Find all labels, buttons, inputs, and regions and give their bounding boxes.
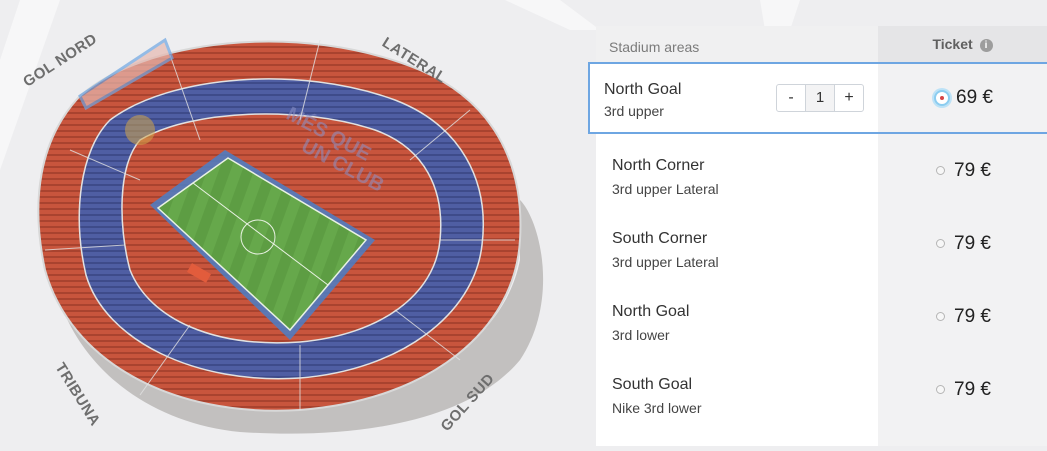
header-ticket-label: Ticket	[932, 36, 973, 52]
decrement-button[interactable]: -	[777, 85, 806, 111]
area-subtitle: 3rd upper Lateral	[612, 181, 719, 197]
area-name: South Goal	[612, 376, 693, 393]
price: 69 €	[956, 87, 993, 108]
header-ticket: Ticket i	[878, 26, 1047, 62]
increment-button[interactable]: +	[834, 85, 863, 111]
price-radio-selected[interactable]	[934, 90, 950, 106]
price: 79 €	[954, 379, 991, 400]
price-radio[interactable]	[936, 166, 945, 175]
selected-price-cell: 69 €	[878, 64, 1047, 132]
area-row-north-goal-3rd-lower[interactable]: North Goal 3rd lower 79 €	[596, 280, 1047, 353]
area-row-north-goal-3rd-upper[interactable]: North Goal 3rd upper - 1 + 69 €	[588, 62, 1047, 134]
header-stadium-areas: Stadium areas	[596, 26, 878, 62]
area-subtitle: 3rd upper	[604, 103, 664, 119]
price-cell: 79 €	[878, 207, 1047, 280]
area-subtitle: 3rd upper Lateral	[612, 254, 719, 270]
price-radio[interactable]	[936, 312, 945, 321]
area-row-south-corner[interactable]: South Corner 3rd upper Lateral 79 €	[596, 207, 1047, 280]
price: 79 €	[954, 233, 991, 254]
quantity-stepper[interactable]: - 1 +	[776, 84, 864, 112]
area-name: North Goal	[604, 81, 682, 98]
area-name: South Corner	[612, 230, 708, 247]
area-row-north-corner[interactable]: North Corner 3rd upper Lateral 79 €	[596, 134, 1047, 207]
stadium-svg: MÉS QUE UN CLUB	[37, 37, 544, 434]
area-subtitle: 3rd lower	[612, 327, 670, 343]
area-name: North Corner	[612, 157, 705, 174]
info-icon[interactable]: i	[979, 39, 993, 52]
price-radio[interactable]	[936, 385, 945, 394]
price-radio[interactable]	[936, 239, 945, 248]
price: 79 €	[954, 160, 991, 181]
price: 79 €	[954, 306, 991, 327]
quantity-value[interactable]: 1	[806, 85, 834, 111]
crest-mosaic	[125, 115, 155, 145]
price-cell: 79 €	[878, 134, 1047, 207]
header-stadium-areas-label: Stadium areas	[609, 39, 700, 55]
area-subtitle: Nike 3rd lower	[612, 400, 702, 416]
area-row-south-goal[interactable]: South Goal Nike 3rd lower 79 €	[596, 353, 1047, 426]
price-cell: 79 €	[878, 280, 1047, 353]
stadium-map[interactable]: MÉS QUE UN CLUB GOL NORD LATERAL TRIBUNA…	[0, 0, 590, 446]
price-cell: 79 €	[878, 353, 1047, 426]
area-name: North Goal	[612, 303, 690, 320]
